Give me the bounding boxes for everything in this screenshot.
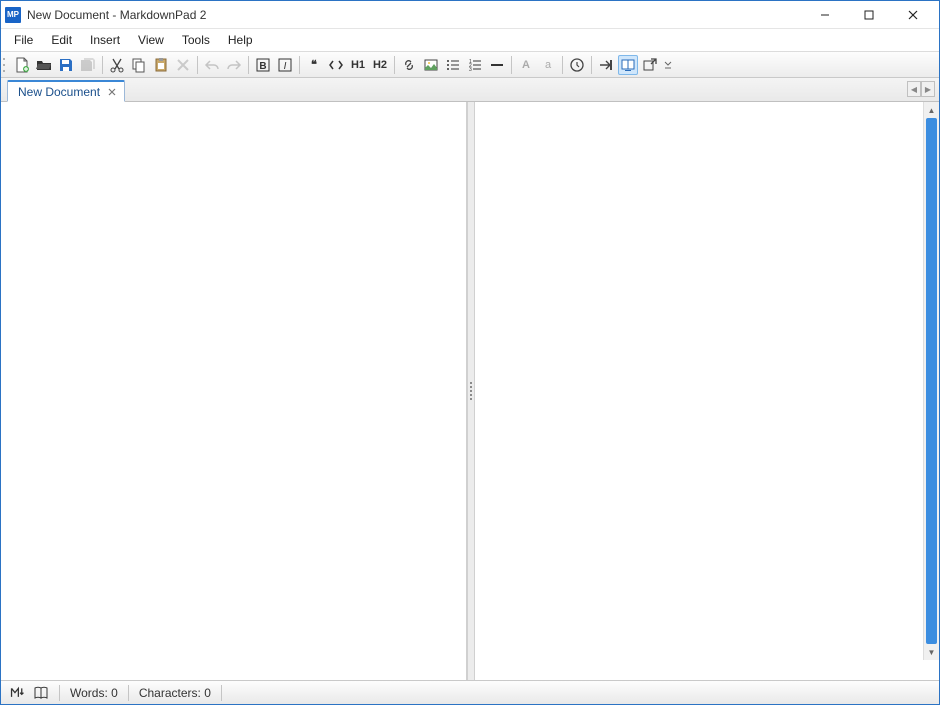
- tab-nav-controls: ◀ ▶: [907, 81, 935, 97]
- separator: [102, 56, 103, 74]
- scroll-down-button[interactable]: ▼: [924, 644, 939, 660]
- menu-help[interactable]: Help: [219, 30, 262, 50]
- preview-browser-button[interactable]: [596, 55, 616, 75]
- separator: [299, 56, 300, 74]
- markdown-mode-icon[interactable]: [7, 684, 27, 702]
- document-tab[interactable]: New Document: [7, 80, 125, 102]
- status-separator: [59, 685, 60, 701]
- word-count: Words: 0: [66, 686, 122, 700]
- h1-icon: H1: [351, 59, 365, 71]
- open-button[interactable]: [34, 55, 54, 75]
- uppercase-a-icon: A: [522, 59, 530, 71]
- chars-value: 0: [204, 686, 211, 700]
- copy-button[interactable]: [129, 55, 149, 75]
- separator: [197, 56, 198, 74]
- tab-scroll-right-button[interactable]: ▶: [921, 81, 935, 97]
- export-button[interactable]: [640, 55, 660, 75]
- scroll-up-button[interactable]: ▲: [924, 102, 939, 118]
- code-button[interactable]: [326, 55, 346, 75]
- new-document-button[interactable]: [12, 55, 32, 75]
- redo-button[interactable]: [224, 55, 244, 75]
- h2-icon: H2: [373, 59, 387, 71]
- paste-button[interactable]: [151, 55, 171, 75]
- maximize-button[interactable]: [847, 2, 891, 28]
- content-area: ▲ ▼: [1, 102, 939, 680]
- menu-tools[interactable]: Tools: [173, 30, 219, 50]
- link-button[interactable]: [399, 55, 419, 75]
- quote-icon: ❝: [311, 58, 317, 71]
- chars-label: Characters:: [139, 686, 201, 700]
- cut-button[interactable]: [107, 55, 127, 75]
- delete-button[interactable]: [173, 55, 193, 75]
- heading1-button[interactable]: H1: [348, 55, 368, 75]
- image-button[interactable]: [421, 55, 441, 75]
- window-controls: [803, 2, 935, 28]
- status-separator: [221, 685, 222, 701]
- app-icon: MP: [5, 7, 21, 23]
- save-all-button[interactable]: [78, 55, 98, 75]
- scroll-thumb[interactable]: [926, 118, 937, 644]
- tab-close-button[interactable]: [106, 86, 118, 98]
- separator: [511, 56, 512, 74]
- italic-button[interactable]: I: [275, 55, 295, 75]
- words-value: 0: [111, 686, 118, 700]
- tab-label: New Document: [18, 85, 100, 99]
- save-button[interactable]: [56, 55, 76, 75]
- separator: [248, 56, 249, 74]
- svg-text:I: I: [284, 61, 287, 72]
- statusbar: Words: 0 Characters: 0: [1, 680, 939, 704]
- close-button[interactable]: [891, 2, 935, 28]
- separator: [394, 56, 395, 74]
- ordered-list-button[interactable]: 123: [465, 55, 485, 75]
- toolbar-grip: [3, 56, 9, 74]
- separator: [562, 56, 563, 74]
- lowercase-a-icon: a: [545, 59, 551, 71]
- heading2-button[interactable]: H2: [370, 55, 390, 75]
- status-separator: [128, 685, 129, 701]
- horizontal-rule-button[interactable]: [487, 55, 507, 75]
- unordered-list-button[interactable]: [443, 55, 463, 75]
- editor-pane[interactable]: [1, 102, 467, 680]
- timestamp-button[interactable]: [567, 55, 587, 75]
- reading-mode-icon[interactable]: [31, 684, 51, 702]
- overflow-button[interactable]: [662, 55, 674, 75]
- svg-text:3: 3: [469, 67, 472, 73]
- character-count: Characters: 0: [135, 686, 215, 700]
- toolbar: B I ❝ H1 H2 123 A a: [1, 52, 939, 78]
- minimize-button[interactable]: [803, 2, 847, 28]
- preview-scrollbar[interactable]: ▲ ▼: [923, 102, 939, 660]
- svg-text:B: B: [259, 61, 266, 72]
- preview-pane: ▲ ▼: [475, 102, 940, 680]
- quote-button[interactable]: ❝: [304, 55, 324, 75]
- lowercase-button[interactable]: a: [538, 55, 558, 75]
- uppercase-button[interactable]: A: [516, 55, 536, 75]
- menu-insert[interactable]: Insert: [81, 30, 129, 50]
- menu-edit[interactable]: Edit: [42, 30, 81, 50]
- window-title: New Document - MarkdownPad 2: [27, 8, 803, 22]
- tab-scroll-left-button[interactable]: ◀: [907, 81, 921, 97]
- live-preview-button[interactable]: [618, 55, 638, 75]
- menu-file[interactable]: File: [5, 30, 42, 50]
- bold-button[interactable]: B: [253, 55, 273, 75]
- menubar: File Edit Insert View Tools Help: [1, 29, 939, 52]
- undo-button[interactable]: [202, 55, 222, 75]
- titlebar: MP New Document - MarkdownPad 2: [1, 1, 939, 29]
- pane-splitter[interactable]: [467, 102, 475, 680]
- menu-view[interactable]: View: [129, 30, 173, 50]
- separator: [591, 56, 592, 74]
- tabbar: New Document ◀ ▶: [1, 78, 939, 102]
- words-label: Words:: [70, 686, 108, 700]
